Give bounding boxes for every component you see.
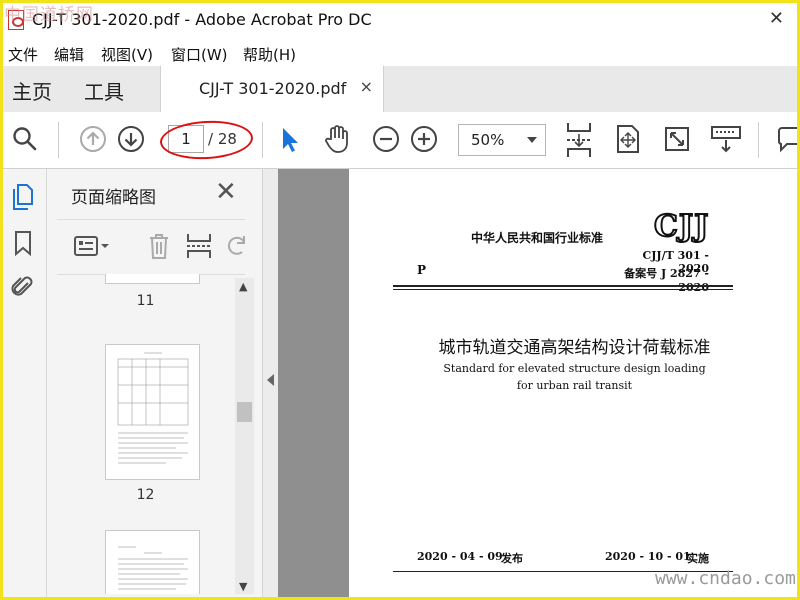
menu-bar: 文件 编辑 视图(V) 窗口(W) 帮助(H) <box>0 40 800 66</box>
zoom-in-icon[interactable] <box>407 122 441 156</box>
next-page-icon[interactable] <box>114 122 148 156</box>
zoom-value: 50% <box>471 131 505 149</box>
split-page-icon[interactable] <box>185 232 213 264</box>
close-panel-button[interactable]: ✕ <box>215 177 237 207</box>
menu-help[interactable]: 帮助(H) <box>243 44 296 65</box>
page-thumbnail[interactable] <box>105 530 200 594</box>
scroll-down-icon[interactable]: ▼ <box>239 580 247 593</box>
zoom-out-icon[interactable] <box>369 122 403 156</box>
collapse-panel-icon[interactable] <box>267 374 274 386</box>
scroll-up-icon[interactable]: ▲ <box>239 280 247 293</box>
doc-title-english-line-1: Standard for elevated structure design l… <box>443 362 706 375</box>
document-view[interactable]: 中华人民共和国行业标准 CJJ P CJJ/T 301 - 2020 备案号 J… <box>278 169 800 600</box>
thumbnail-list: 11 12 <box>57 274 234 594</box>
search-icon[interactable] <box>8 122 42 156</box>
full-screen-icon[interactable] <box>660 122 694 156</box>
page-thumbnail[interactable] <box>105 344 200 480</box>
panel-title: 页面缩略图 <box>71 188 156 208</box>
thumbnails-panel: 页面缩略图 ✕ 11 12 ▲ ▼ <box>47 169 262 600</box>
hand-tool-icon[interactable] <box>320 122 354 156</box>
doc-logo: CJJ <box>653 208 710 245</box>
rotate-page-icon[interactable] <box>227 232 247 262</box>
chevron-down-icon <box>527 137 537 143</box>
scrollbar-thumb[interactable] <box>237 402 252 422</box>
page-thumbnail[interactable] <box>105 274 200 284</box>
thumbnail-scrollbar[interactable]: ▲ ▼ <box>235 278 254 594</box>
bookmarks-icon[interactable] <box>9 229 37 257</box>
doc-rule <box>393 289 733 290</box>
menu-edit[interactable]: 编辑 <box>54 44 84 65</box>
tab-document[interactable]: CJJ-T 301-2020.pdf × <box>160 66 384 112</box>
previous-page-icon[interactable] <box>76 122 110 156</box>
keyboard-icon[interactable] <box>709 122 743 156</box>
toolbar: 1 / 28 50% <box>0 112 800 169</box>
tab-home[interactable]: 主页 <box>12 76 52 105</box>
pane-splitter[interactable] <box>262 169 279 600</box>
menu-view[interactable]: 视图(V) <box>101 44 153 65</box>
watermark-bottom: www.cndao.com <box>655 568 796 589</box>
document-page: 中华人民共和国行业标准 CJJ P CJJ/T 301 - 2020 备案号 J… <box>349 169 800 600</box>
scrolling-mode-icon[interactable] <box>562 120 596 160</box>
navigation-pane <box>0 169 47 600</box>
toolbar-separator <box>758 122 759 158</box>
window-close-button[interactable]: ✕ <box>769 8 784 29</box>
select-arrow-icon[interactable] <box>272 122 306 156</box>
thumbnail-page-number: 11 <box>136 293 155 309</box>
attachments-icon[interactable] <box>9 273 37 301</box>
toolbar-separator <box>262 122 263 158</box>
tab-tools[interactable]: 工具 <box>84 76 124 105</box>
thumbnail-options-icon[interactable] <box>73 234 113 262</box>
comment-icon[interactable] <box>772 122 800 156</box>
watermark-top: 中国道桥网 <box>4 5 94 25</box>
menu-file[interactable]: 文件 <box>8 44 38 65</box>
doc-category: P <box>417 263 427 277</box>
doc-implement-date: 2020 - 10 - 01 <box>605 550 691 563</box>
fit-page-icon[interactable] <box>611 122 645 156</box>
doc-implement-label: 实施 <box>687 552 709 565</box>
thumbnail-page-number: 12 <box>136 487 155 503</box>
tab-close-button[interactable]: × <box>360 77 373 96</box>
page-thumbnails-icon[interactable] <box>9 183 37 211</box>
delete-page-icon[interactable] <box>147 232 171 264</box>
doc-title-english-line-2: for urban rail transit <box>516 379 633 392</box>
thumbnail-toolbar <box>57 219 245 275</box>
doc-title-chinese: 城市轨道交通高架结构设计荷载标准 <box>438 338 711 358</box>
title-bar: CJJ-T 301-2020.pdf - Adobe Acrobat Pro D… <box>0 0 800 40</box>
tab-document-label: CJJ-T 301-2020.pdf <box>199 79 347 98</box>
tab-bar: 主页 工具 CJJ-T 301-2020.pdf × <box>0 66 800 113</box>
toolbar-separator <box>58 122 59 158</box>
menu-window[interactable]: 窗口(W) <box>171 44 228 65</box>
doc-publish-label: 发布 <box>501 552 523 565</box>
doc-rule <box>393 285 733 287</box>
zoom-select[interactable]: 50% <box>458 124 546 156</box>
doc-publish-date: 2020 - 04 - 09 <box>417 550 503 563</box>
doc-standard-title: 中华人民共和国行业标准 <box>471 231 604 245</box>
